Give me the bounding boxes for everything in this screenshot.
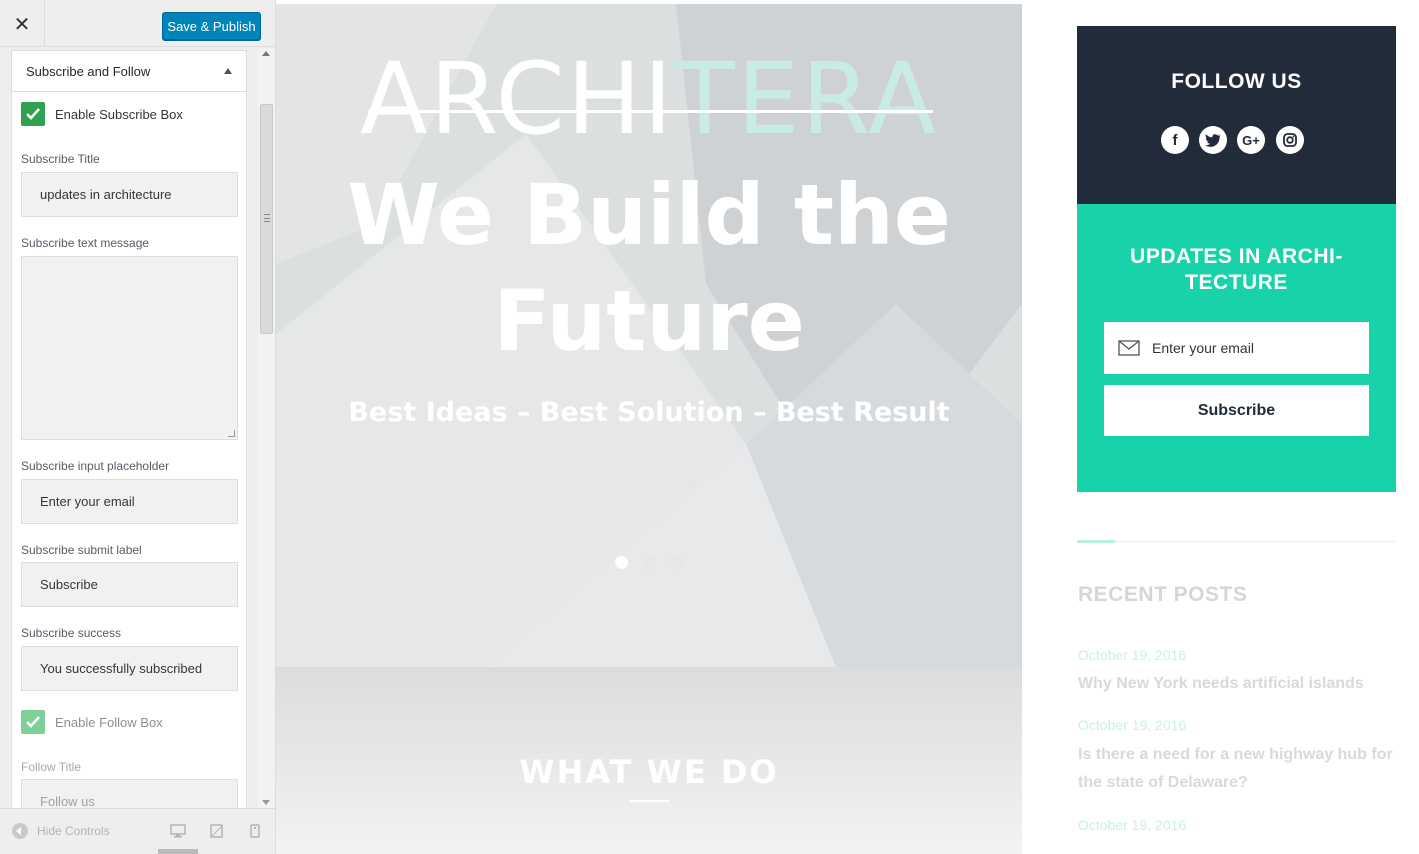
hero-title: We Build the Future xyxy=(347,166,951,370)
site-logo[interactable]: ARCHITERA xyxy=(276,42,1022,157)
slider-dot-1[interactable] xyxy=(615,556,628,569)
resize-grip-icon[interactable] xyxy=(228,430,235,437)
customizer-panel: ✕ Save & Publish Subscribe and Follow En… xyxy=(0,0,276,854)
follow-title-input[interactable]: Follow us xyxy=(21,779,238,808)
logo-underline xyxy=(368,110,933,113)
subscribe-button[interactable]: Subscribe xyxy=(1104,385,1369,436)
section-title: Subscribe and Follow xyxy=(26,63,151,79)
checkmark-icon xyxy=(26,716,40,728)
follow-title-label: Follow Title xyxy=(21,760,82,774)
scroll-up-icon[interactable] xyxy=(262,51,270,56)
post-title-link[interactable]: Why New York needs artificial islands xyxy=(1078,670,1398,698)
what-we-do-section: WHAT WE DO xyxy=(276,667,1022,854)
caret-up-icon xyxy=(224,68,232,74)
recent-posts-title: RECENT POSTS xyxy=(1078,583,1248,606)
collapse-icon xyxy=(12,823,28,839)
post-date: October 19, 2016 xyxy=(1078,817,1187,833)
enable-subscribe-label: Enable Subscribe Box xyxy=(55,107,183,122)
subscribe-box: UPDATES IN ARCHI-TECTURE Enter your emai… xyxy=(1077,204,1396,492)
grip-icon xyxy=(264,214,270,222)
scroll-down-icon[interactable] xyxy=(262,800,270,805)
follow-title: FOLLOW US xyxy=(1171,70,1302,93)
customizer-footer: Hide Controls xyxy=(0,808,275,854)
enable-subscribe-checkbox[interactable] xyxy=(21,102,45,126)
facebook-icon[interactable]: f xyxy=(1161,126,1189,154)
subscribe-text-label: Subscribe text message xyxy=(21,236,150,250)
section-heading: WHAT WE DO xyxy=(519,753,779,791)
tablet-icon[interactable] xyxy=(210,824,223,838)
customizer-controls: Subscribe and Follow Enable Subscribe Bo… xyxy=(0,48,258,808)
hide-controls-button[interactable]: Hide Controls xyxy=(12,823,110,839)
logo-text-a: ARCHI xyxy=(360,42,675,157)
post-date: October 19, 2016 xyxy=(1078,717,1187,733)
active-device-indicator xyxy=(158,849,198,854)
recent-posts-accent xyxy=(1077,540,1115,543)
email-input[interactable]: Enter your email xyxy=(1104,322,1369,374)
success-label: Subscribe success xyxy=(21,626,122,640)
desktop-icon[interactable] xyxy=(170,824,186,838)
section-header[interactable]: Subscribe and Follow xyxy=(11,50,247,92)
mobile-icon[interactable] xyxy=(250,824,260,838)
close-icon[interactable]: ✕ xyxy=(0,0,45,47)
checkmark-icon xyxy=(26,108,40,120)
twitter-icon[interactable] xyxy=(1199,126,1227,154)
subscribe-title: UPDATES IN ARCHI-TECTURE xyxy=(1130,245,1343,294)
slider-dot-2[interactable] xyxy=(643,556,656,569)
follow-box: FOLLOW US f G+ xyxy=(1077,26,1396,204)
hero-section: ARCHITERA We Build the Future Best Ideas… xyxy=(276,4,1022,667)
subscribe-title-input[interactable]: updates in architecture xyxy=(21,172,238,217)
subscribe-text-textarea[interactable] xyxy=(21,256,238,440)
mail-icon xyxy=(1118,340,1140,356)
instagram-icon[interactable] xyxy=(1276,126,1304,154)
google-plus-icon[interactable]: G+ xyxy=(1237,126,1265,154)
success-input[interactable]: You successfully subscribed xyxy=(21,646,238,691)
submit-label-label: Subscribe submit label xyxy=(21,543,142,557)
divider xyxy=(1115,541,1396,542)
scroll-thumb[interactable] xyxy=(260,104,273,334)
email-placeholder: Enter your email xyxy=(1152,340,1254,356)
hide-controls-label: Hide Controls xyxy=(37,824,110,838)
post-title-link[interactable]: Is there a need for a new highway hub fo… xyxy=(1078,741,1398,797)
scrollbar[interactable] xyxy=(258,48,275,808)
save-publish-button[interactable]: Save & Publish xyxy=(162,12,261,40)
placeholder-label: Subscribe input placeholder xyxy=(21,459,170,473)
hero-subtitle: Best Ideas – Best Solution – Best Result xyxy=(348,397,950,428)
post-date: October 19, 2016 xyxy=(1078,647,1187,663)
subscribe-title-label: Subscribe Title xyxy=(21,152,100,166)
logo-text-b: TERA xyxy=(674,42,938,157)
submit-label-input[interactable]: Subscribe xyxy=(21,562,238,607)
enable-follow-label: Enable Follow Box xyxy=(55,715,163,730)
customizer-header: ✕ Save & Publish xyxy=(0,0,275,47)
heading-underline xyxy=(629,800,669,802)
placeholder-input[interactable]: Enter your email xyxy=(21,479,238,524)
slider-dot-3[interactable] xyxy=(670,556,683,569)
enable-follow-checkbox[interactable] xyxy=(21,710,45,734)
